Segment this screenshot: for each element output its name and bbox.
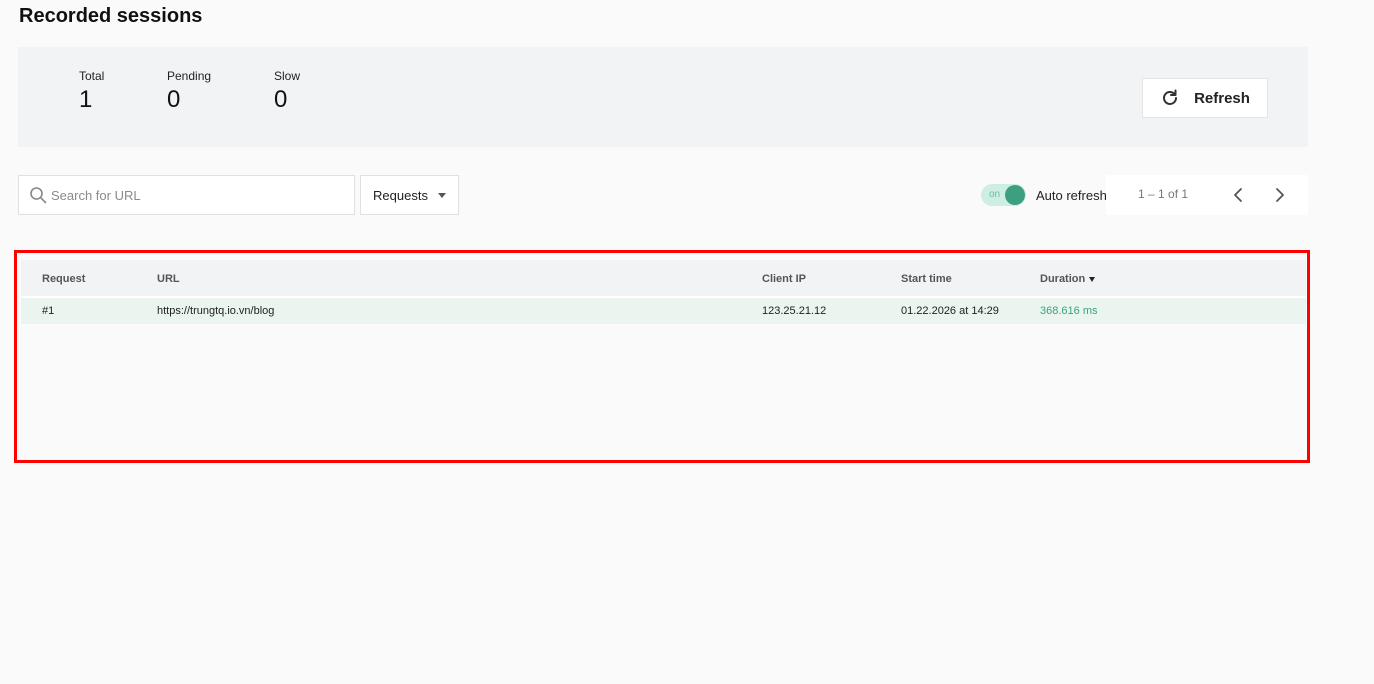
requests-filter-dropdown[interactable]: Requests	[360, 175, 459, 215]
stat-pending-label: Pending	[167, 69, 212, 83]
row-request: #1	[42, 305, 55, 317]
column-header-client-ip[interactable]: Client IP	[762, 273, 806, 285]
requests-filter-label: Requests	[373, 187, 428, 203]
auto-refresh-label: Auto refresh	[1036, 187, 1107, 203]
pagination: 1 – 1 of 1	[1106, 175, 1308, 215]
stat-slow-label: Slow	[274, 69, 301, 83]
search-box	[18, 175, 355, 215]
auto-refresh: on Auto refresh	[981, 184, 1107, 206]
search-input[interactable]	[51, 187, 341, 203]
stat-total-label: Total	[79, 69, 105, 83]
stat-pending-value: 0	[167, 86, 181, 113]
column-header-url[interactable]: URL	[157, 273, 180, 285]
chevron-left-icon[interactable]	[1230, 186, 1248, 204]
row-url: https://trungtq.io.vn/blog	[157, 305, 275, 317]
refresh-icon	[1160, 88, 1180, 108]
refresh-button-label: Refresh	[1194, 89, 1250, 107]
chevron-right-icon[interactable]	[1270, 186, 1288, 204]
column-header-start-time[interactable]: Start time	[901, 273, 952, 285]
sessions-table: Request URL Client IP Start time Duratio…	[14, 250, 1310, 463]
search-icon	[29, 186, 47, 204]
column-header-duration[interactable]: Duration	[1040, 273, 1096, 285]
table-row[interactable]: #1 https://trungtq.io.vn/blog 123.25.21.…	[21, 296, 1306, 324]
row-start-time: 01.22.2026 at 14:29	[901, 305, 999, 317]
row-client-ip: 123.25.21.12	[762, 305, 827, 317]
refresh-button[interactable]: Refresh	[1142, 78, 1268, 118]
stat-total: Total 1	[79, 69, 104, 114]
stat-slow-value: 0	[274, 86, 288, 113]
caret-down-icon	[437, 192, 446, 198]
sort-desc-icon	[1089, 276, 1096, 282]
stats-panel: Total 1 Pending 0 Slow 0 Refresh	[18, 47, 1308, 147]
row-duration: 368.616 ms	[1040, 305, 1098, 317]
page-title: Recorded sessions	[19, 5, 203, 27]
toggle-on-text: on	[989, 189, 1001, 200]
recorded-sessions-page: Recorded sessions Total 1 Pending 0 Slow…	[0, 0, 1374, 684]
stat-total-value: 1	[79, 86, 93, 113]
stat-pending: Pending 0	[167, 69, 211, 114]
stat-slow: Slow 0	[274, 69, 300, 114]
pagination-range: 1 – 1 of 1	[1138, 187, 1189, 201]
auto-refresh-toggle[interactable]: on	[981, 184, 1026, 206]
toggle-knob	[1005, 185, 1025, 205]
column-header-duration-label: Duration	[1040, 273, 1086, 285]
table-header: Request URL Client IP Start time Duratio…	[21, 260, 1306, 296]
column-header-request[interactable]: Request	[42, 273, 85, 285]
